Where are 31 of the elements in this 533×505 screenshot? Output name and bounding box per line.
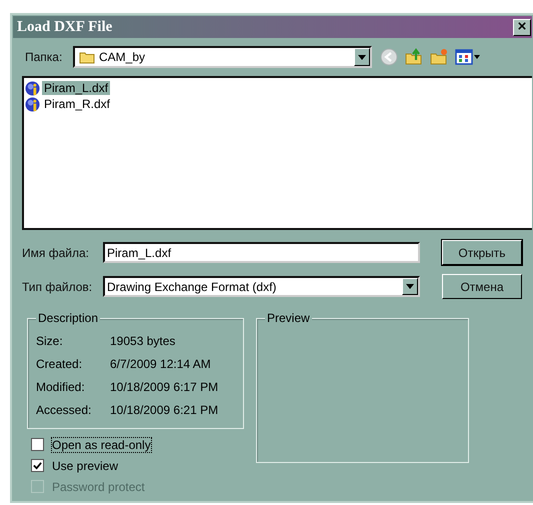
property-label: Size: [36, 334, 64, 348]
folder-dropdown[interactable]: CAM_by [73, 46, 372, 68]
dropdown-arrow-icon[interactable] [406, 284, 414, 289]
window-title: Load DXF File [17, 18, 112, 36]
file-item[interactable]: Piram_L.dxf [25, 80, 532, 96]
view-menu-icon[interactable] [455, 49, 481, 65]
file-type-label: Тип файлов: [21, 280, 94, 294]
folder-label: Папка: [24, 50, 64, 64]
option-checkbox[interactable]: Open as read-only [31, 434, 244, 455]
globe-info-icon [25, 80, 40, 96]
property-value: 6/7/2009 12:14 AM [110, 356, 211, 370]
close-button[interactable]: × [513, 18, 531, 36]
checkmark-icon [33, 461, 42, 470]
open-button[interactable]: Открыть [442, 240, 522, 265]
dropdown-arrow-icon[interactable] [358, 54, 366, 60]
property-label: Accessed: [36, 402, 92, 416]
globe-info-icon [25, 96, 40, 112]
file-type-dropdown[interactable]: Drawing Exchange Format (dxf) [103, 276, 420, 297]
property-value: 19053 bytes [110, 334, 176, 348]
cancel-button[interactable]: Отмена [442, 274, 522, 299]
property-value: 10/18/2009 6:21 PM [110, 402, 218, 416]
file-name-label: Имя файла: [21, 246, 90, 260]
folder-icon [79, 50, 95, 64]
group-title: Preview [265, 311, 312, 325]
property-label: Created: [36, 356, 84, 370]
option-checkbox[interactable]: Use preview [31, 455, 244, 476]
property-value: 10/18/2009 6:17 PM [110, 380, 218, 394]
file-item[interactable]: Piram_R.dxf [25, 96, 532, 112]
group-title: Description [36, 311, 100, 325]
file-name-field[interactable]: Piram_L.dxf [103, 242, 420, 263]
property-label: Modified: [36, 380, 86, 394]
